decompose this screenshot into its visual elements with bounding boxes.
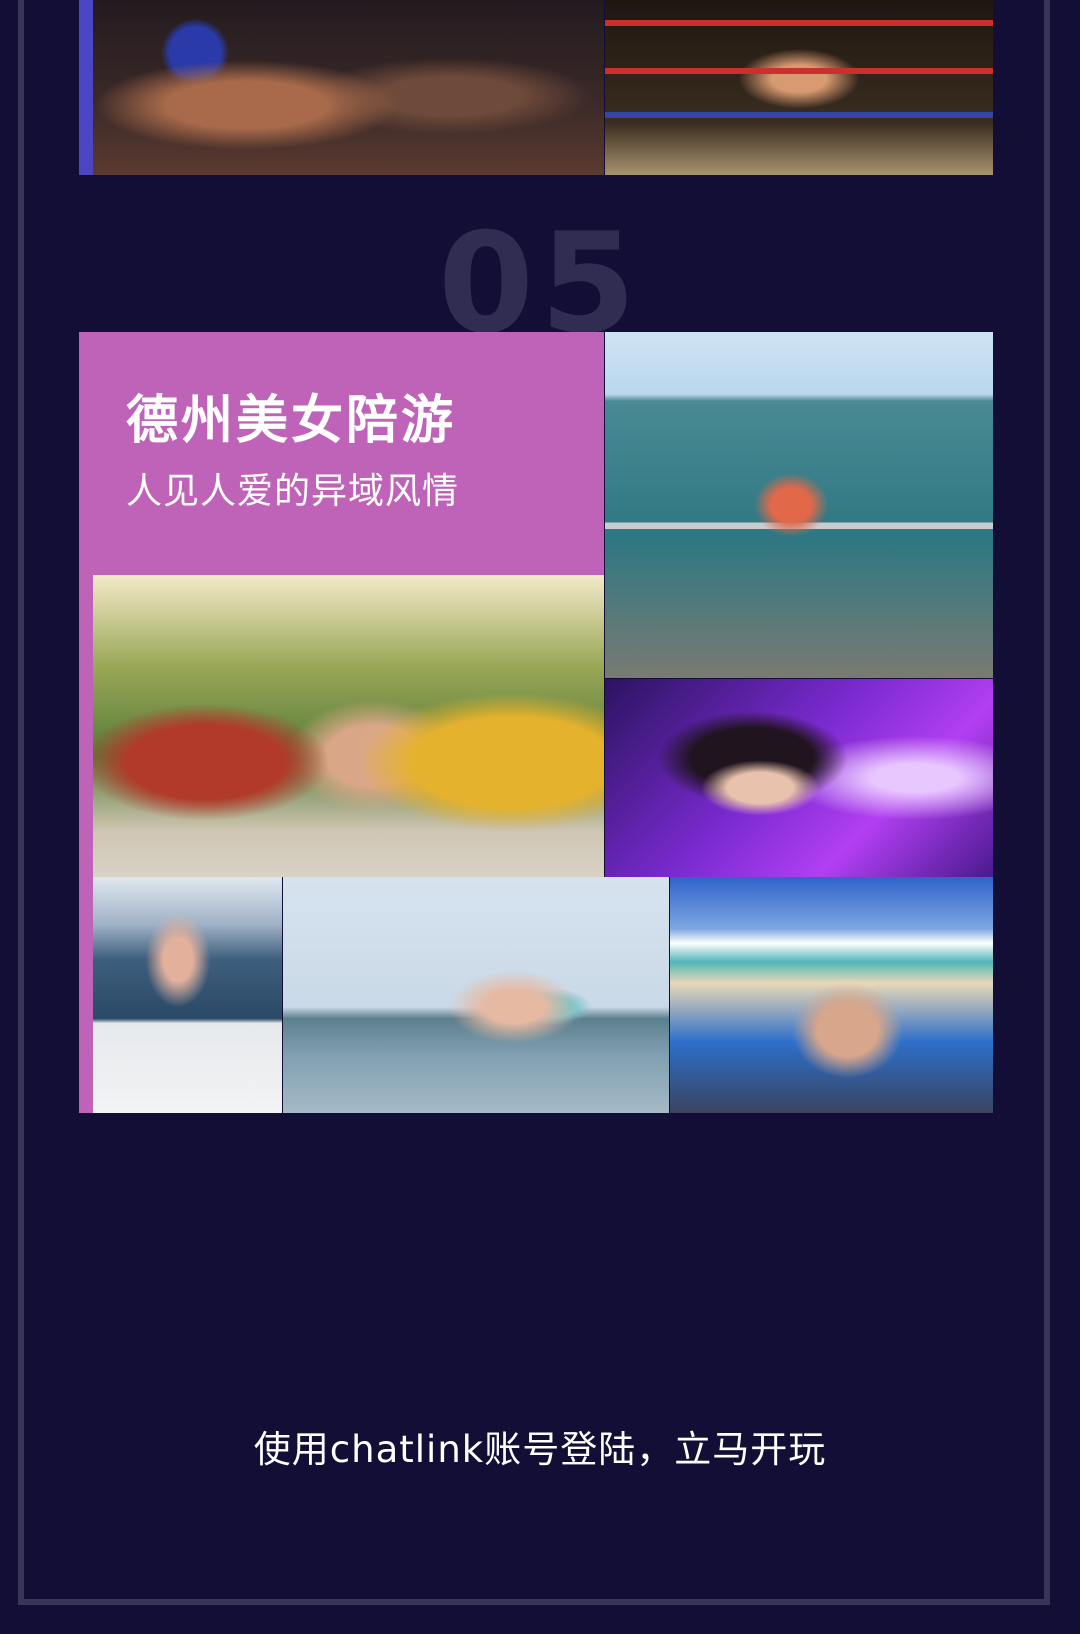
login-cta-text[interactable]: 使用chatlink账号登陆，立马开玩 [0,1420,1080,1480]
nightclub-selfie-photo [605,679,993,877]
muay-thai-fight-photo [93,0,604,175]
yacht-sitting-photo [93,877,282,1113]
section-title: 德州美女陪游 [126,391,457,451]
beach-party-photo [670,877,993,1113]
yacht-lounging-photo [283,877,669,1113]
section-number: 05 [437,215,643,335]
jeep-group-photo [93,575,604,877]
boxing-ring-photo [605,0,993,175]
section-accent-strip [79,575,93,1113]
woman-on-boat-photo [605,332,993,678]
top-section-accent-bar [79,0,93,175]
section-subtitle: 人见人爱的异域风情 [126,471,460,512]
